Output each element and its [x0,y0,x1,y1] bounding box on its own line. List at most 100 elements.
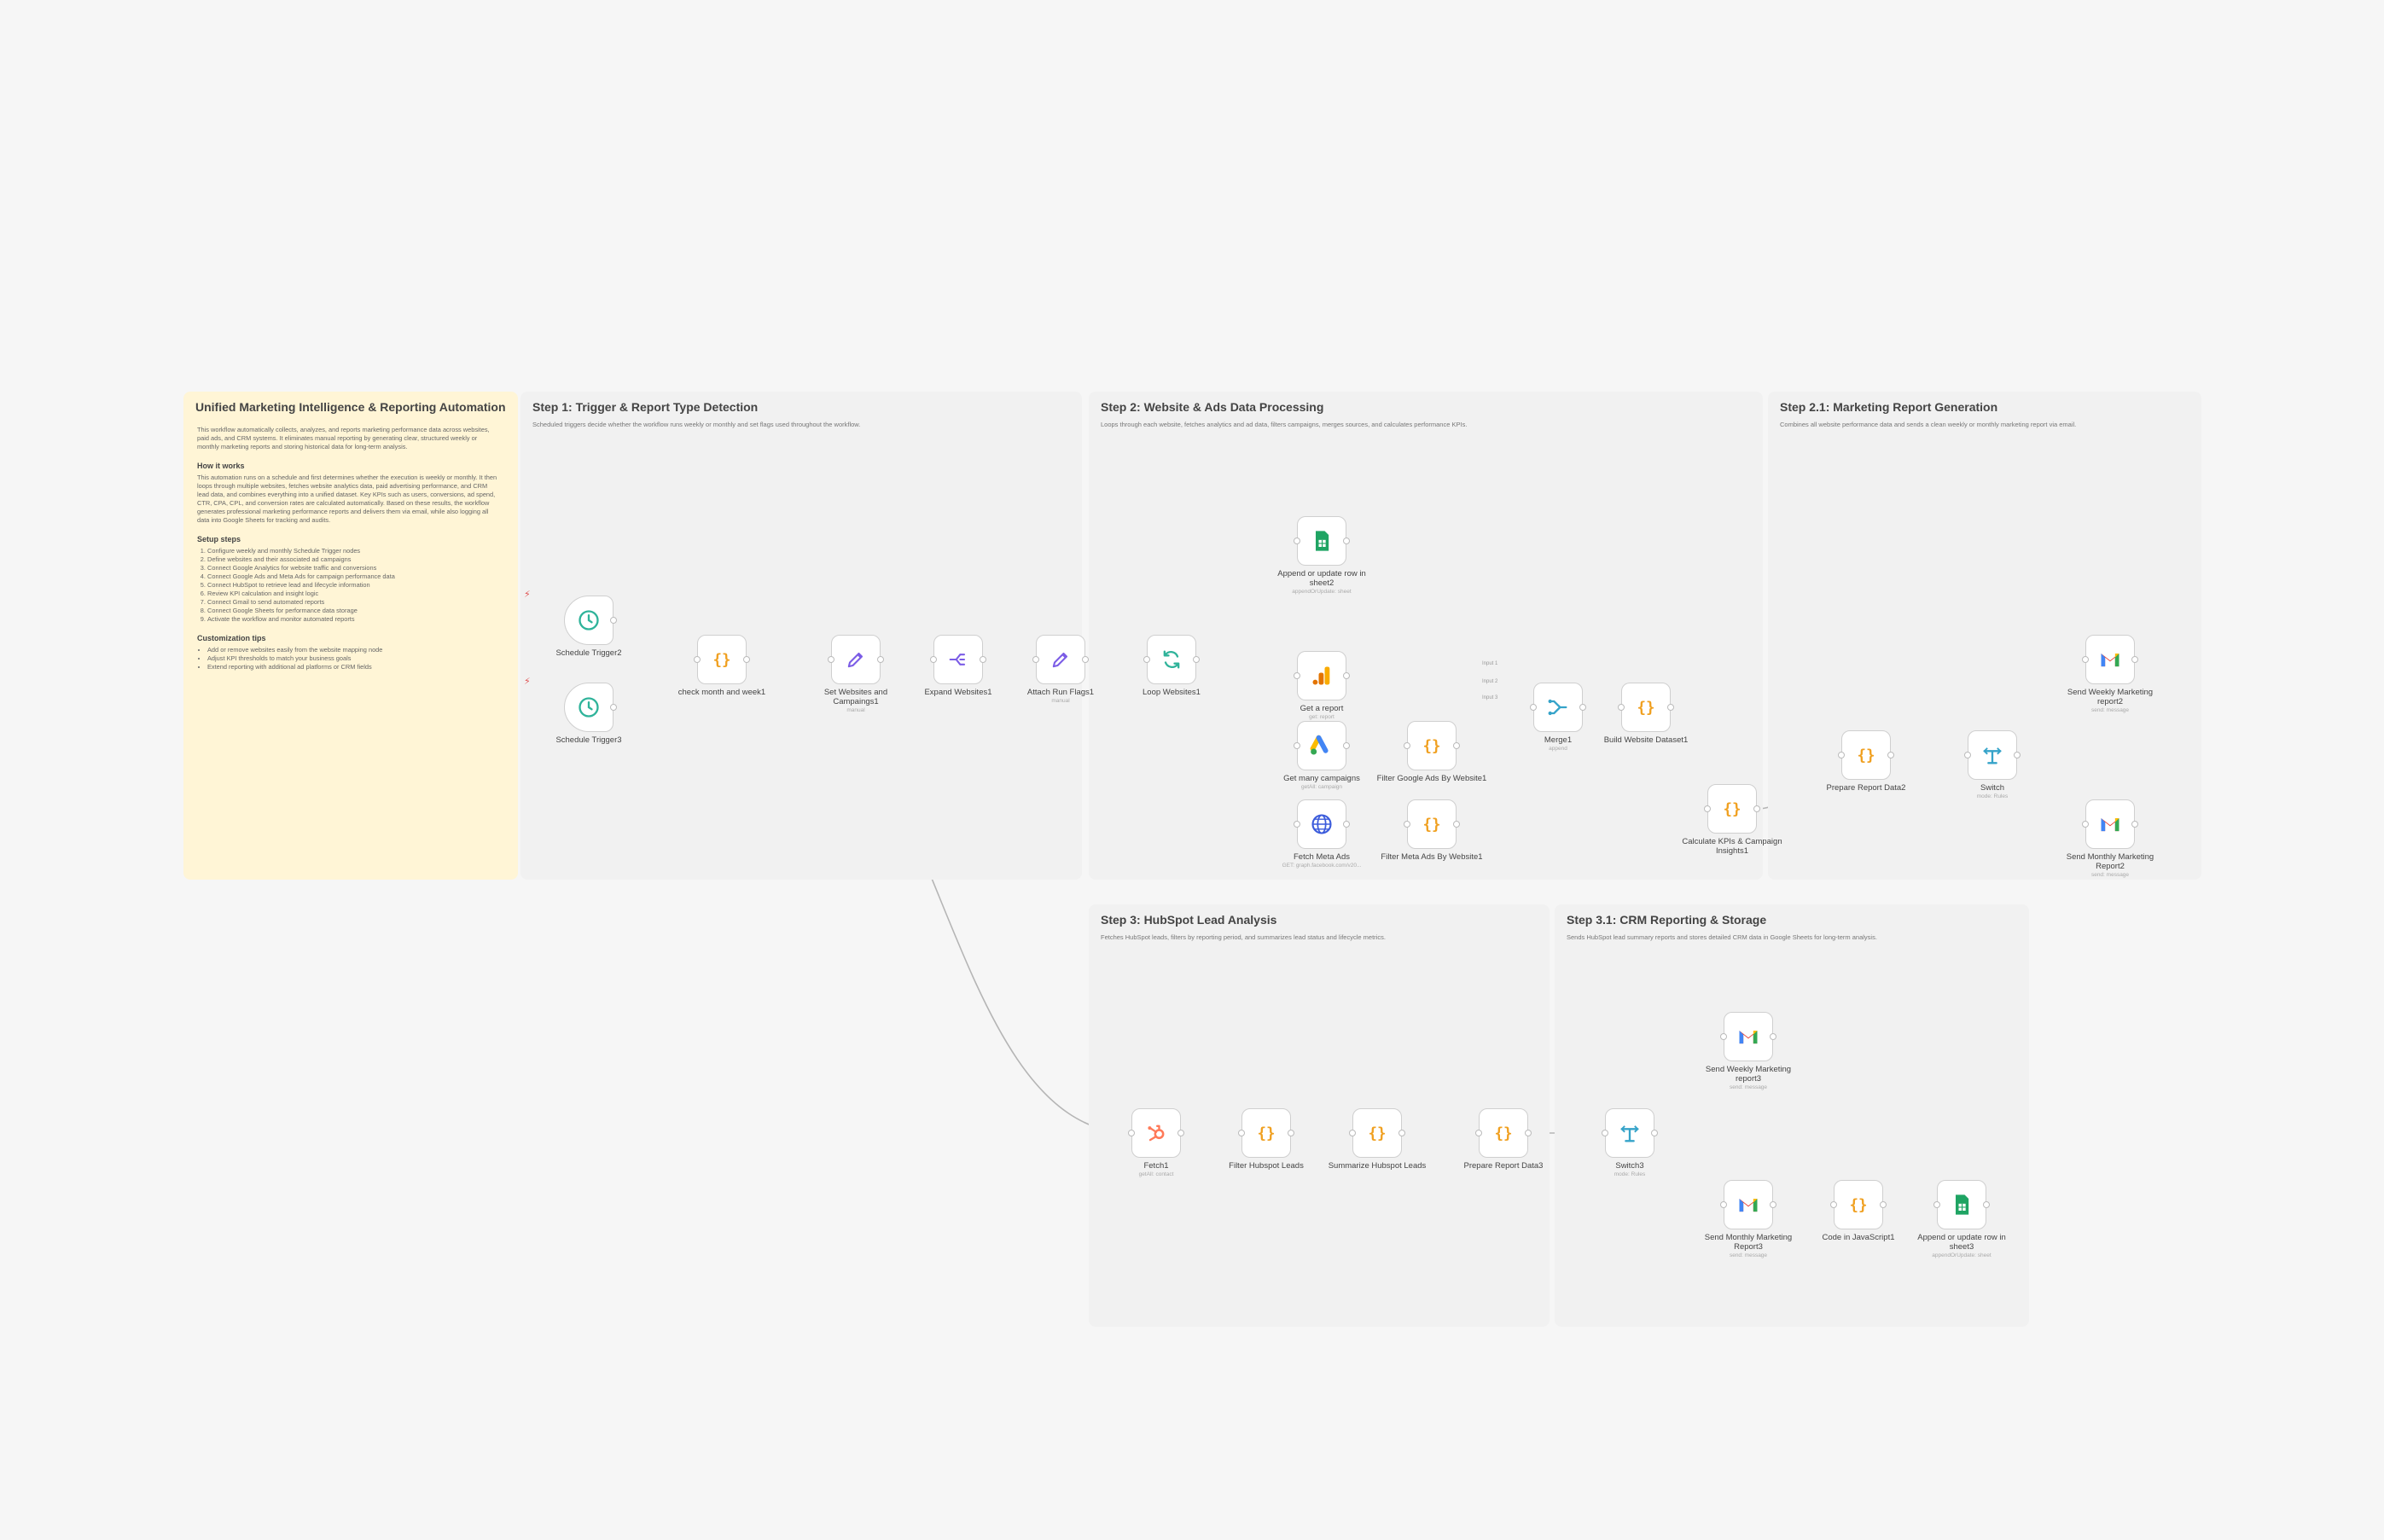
input-port[interactable] [1128,1130,1135,1136]
input-port[interactable] [1602,1130,1608,1136]
output-port[interactable] [1983,1201,1990,1208]
output-port[interactable] [1770,1201,1776,1208]
output-port[interactable] [980,656,986,663]
input-port[interactable] [930,656,937,663]
node-append-sheet2[interactable] [1294,516,1350,566]
input-port[interactable] [1404,821,1410,828]
output-port[interactable] [1343,742,1350,749]
node-switch3[interactable] [1602,1108,1658,1158]
node-subtitle: mode: Rules [1614,1171,1646,1177]
output-port[interactable] [2131,821,2138,828]
input-port[interactable] [1838,752,1845,758]
node-filter-hubspot[interactable]: {} [1238,1108,1294,1158]
input-port[interactable] [2082,821,2089,828]
node-filter-google-ads[interactable]: {} [1404,721,1460,770]
node-append-sheet3[interactable] [1933,1180,1990,1229]
output-port[interactable] [1193,656,1200,663]
output-port[interactable] [1579,704,1586,711]
node-prepare-report2[interactable]: {} [1838,730,1894,780]
output-port[interactable] [1525,1130,1532,1136]
input-port[interactable] [1032,656,1039,663]
group-title: Step 1: Trigger & Report Type Detection [532,400,759,414]
input-port[interactable] [1964,752,1971,758]
output-port[interactable] [1343,821,1350,828]
node-get-campaigns[interactable] [1294,721,1350,770]
output-port[interactable] [1770,1033,1776,1040]
input-port[interactable] [1704,805,1711,812]
node-check-month-week[interactable]: {} [694,635,750,684]
node-merge1[interactable] [1530,683,1586,732]
node-send-monthly2[interactable] [2082,799,2138,849]
group-subtitle: Fetches HubSpot leads, filters by report… [1101,933,1386,941]
output-port[interactable] [1343,672,1350,679]
node-filter-meta-ads[interactable]: {} [1404,799,1460,849]
node-send-weekly3[interactable] [1720,1012,1776,1061]
output-port[interactable] [2014,752,2021,758]
input-port[interactable] [1143,656,1150,663]
output-port[interactable] [1667,704,1674,711]
output-port[interactable] [1343,538,1350,544]
input-port[interactable] [1618,704,1625,711]
group-subtitle: Combines all website performance data an… [1780,421,2077,428]
node-loop-websites[interactable] [1143,635,1200,684]
output-port[interactable] [1453,821,1460,828]
input-port[interactable] [2082,656,2089,663]
input-port[interactable] [1830,1201,1837,1208]
output-port[interactable] [743,656,750,663]
output-port[interactable] [1082,656,1089,663]
node-fetch-meta-ads[interactable] [1294,799,1350,849]
group-step-2-1[interactable]: Step 2.1: Marketing Report Generation Co… [1768,392,2201,880]
node-send-monthly3[interactable] [1720,1180,1776,1229]
output-port[interactable] [1398,1130,1405,1136]
node-label: Send Monthly Marketing Report2 [2066,852,2154,871]
input-port[interactable] [1238,1130,1245,1136]
note-intro: This workflow automatically collects, an… [197,426,490,450]
input-port[interactable] [1720,1201,1727,1208]
input-port[interactable] [694,656,701,663]
node-calculate-kpis[interactable]: {} [1704,784,1760,834]
setup-step: Configure weekly and monthly Schedule Tr… [207,547,501,555]
output-port[interactable] [2131,656,2138,663]
code-icon: {} [1491,1121,1515,1145]
node-label: Prepare Report Data2 [1826,783,1906,793]
output-port[interactable] [1177,1130,1184,1136]
note-how-text: This automation runs on a schedule and f… [197,474,497,524]
workflow-canvas[interactable]: Unified Marketing Intelligence & Reporti… [0,0,2384,1540]
output-port[interactable] [610,617,617,624]
node-attach-run-flags[interactable] [1032,635,1089,684]
input-port[interactable] [1294,742,1300,749]
node-set-websites[interactable] [828,635,884,684]
svg-text:{}: {} [1637,700,1654,717]
output-port[interactable] [1453,742,1460,749]
node-prepare-report3[interactable]: {} [1475,1108,1532,1158]
output-port[interactable] [877,656,884,663]
node-fetch1[interactable] [1128,1108,1184,1158]
output-port[interactable] [610,704,617,711]
output-port[interactable] [1288,1130,1294,1136]
input-port[interactable] [1720,1033,1727,1040]
input-port[interactable] [828,656,834,663]
node-schedule-trigger2[interactable] [564,596,617,645]
output-port[interactable] [1880,1201,1887,1208]
node-get-report[interactable] [1294,651,1350,700]
output-port[interactable] [1651,1130,1658,1136]
node-send-weekly2[interactable] [2082,635,2138,684]
overview-sticky-note[interactable]: Unified Marketing Intelligence & Reporti… [183,392,518,880]
input-port[interactable] [1349,1130,1356,1136]
input-port[interactable] [1294,538,1300,544]
node-schedule-trigger3[interactable] [564,683,617,732]
node-expand-websites[interactable] [930,635,986,684]
input-port[interactable] [1530,704,1537,711]
node-code-js1[interactable]: {} [1830,1180,1887,1229]
code-icon: {} [710,648,734,671]
node-build-dataset[interactable]: {} [1618,683,1674,732]
output-port[interactable] [1753,805,1760,812]
node-switch[interactable] [1964,730,2021,780]
input-port[interactable] [1475,1130,1482,1136]
output-port[interactable] [1887,752,1894,758]
node-summarize-hubspot[interactable]: {} [1349,1108,1405,1158]
input-port[interactable] [1294,821,1300,828]
input-port[interactable] [1294,672,1300,679]
input-port[interactable] [1933,1201,1940,1208]
input-port[interactable] [1404,742,1410,749]
